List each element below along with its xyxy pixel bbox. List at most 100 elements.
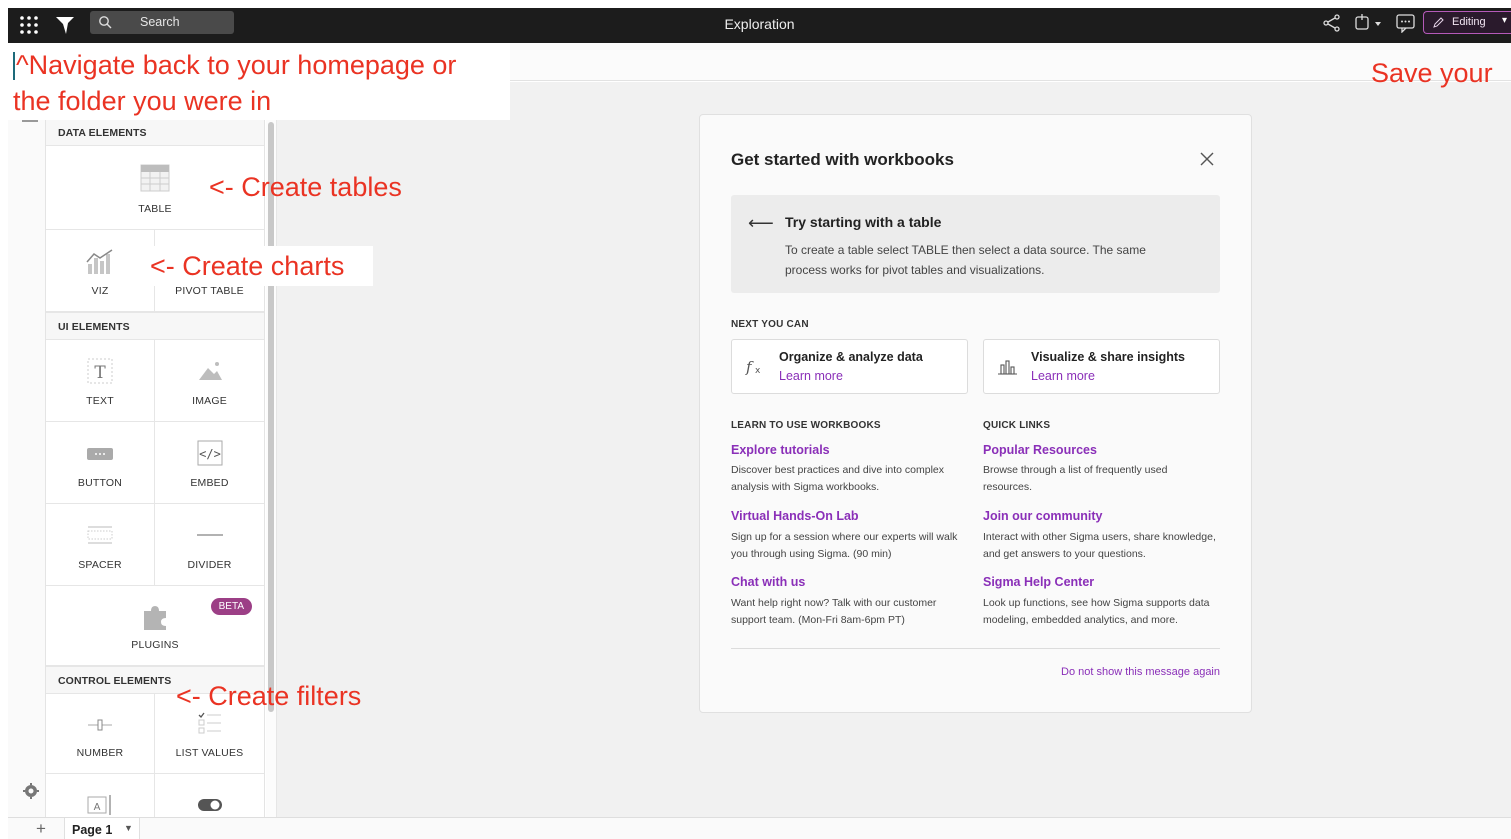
top-bar: Search Exploration Editing ▾ <box>8 8 1511 43</box>
virtual-lab-link[interactable]: Virtual Hands-On Lab <box>731 509 859 523</box>
chat-with-us-link[interactable]: Chat with us <box>731 575 805 589</box>
spacer-label: SPACER <box>78 559 122 571</box>
virtual-lab-desc: Sign up for a session where our experts … <box>731 531 958 560</box>
annotation-create-charts: <- Create charts <box>150 251 345 281</box>
element-number[interactable]: NUMBER <box>46 694 155 774</box>
element-embed[interactable]: </> EMBED <box>155 422 264 504</box>
text-cursor-marker <box>13 52 15 80</box>
learn-heading: LEARN TO USE WORKBOOKS <box>731 420 881 431</box>
add-elements-panel: DATA ELEMENTS TABLE VIZ PIVOT TABLE UI E… <box>46 118 265 817</box>
visualize-title: Visualize & share insights <box>1031 350 1185 364</box>
panel-scrollbar[interactable] <box>266 118 277 817</box>
element-divider[interactable]: DIVIDER <box>155 504 264 586</box>
svg-text:</>: </> <box>199 447 221 461</box>
bar-chart-icon <box>996 356 1018 378</box>
list-values-label: LIST VALUES <box>175 747 244 759</box>
version-sync-icon[interactable] <box>1353 13 1383 33</box>
annotation-navigate-line1: ^Navigate back to your homepage or <box>16 50 457 80</box>
editing-label: Editing <box>1452 16 1486 28</box>
search-placeholder: Search <box>140 15 180 29</box>
table-hint-box: ⟵ Try starting with a table To create a … <box>731 195 1220 293</box>
explore-tutorials-link[interactable]: Explore tutorials <box>731 443 830 457</box>
home-logo-icon[interactable] <box>54 14 76 36</box>
add-page-icon[interactable]: + <box>36 819 46 839</box>
image-icon <box>195 356 225 391</box>
svg-text:f: f <box>745 358 754 376</box>
organize-learn-more-link[interactable]: Learn more <box>779 369 843 383</box>
chat-with-us-desc: Want help right now? Talk with our custo… <box>731 597 937 626</box>
viz-label: VIZ <box>91 285 109 297</box>
plugin-puzzle-icon <box>140 602 170 637</box>
element-button[interactable]: BUTTON <box>46 422 155 504</box>
comment-icon[interactable] <box>1395 13 1417 34</box>
organize-title: Organize & analyze data <box>779 350 923 364</box>
close-icon[interactable] <box>1199 151 1215 167</box>
section-ui-elements: UI ELEMENTS <box>46 312 264 340</box>
popular-resources-link[interactable]: Popular Resources <box>983 443 1097 457</box>
search-icon <box>98 15 112 29</box>
chevron-down-icon[interactable]: ▼ <box>124 823 133 833</box>
image-label: IMAGE <box>192 395 227 407</box>
community-desc: Interact with other Sigma users, share k… <box>983 531 1216 560</box>
quick-links-heading: QUICK LINKS <box>983 420 1051 431</box>
button-icon <box>85 442 115 471</box>
divider-icon <box>195 522 225 553</box>
section-data-elements: DATA ELEMENTS <box>46 118 264 146</box>
svg-text:A: A <box>94 802 101 813</box>
pencil-icon <box>1432 16 1444 28</box>
community-link[interactable]: Join our community <box>983 509 1102 523</box>
share-icon[interactable] <box>1322 13 1342 33</box>
page-tab-label: Page 1 <box>72 823 113 837</box>
element-text[interactable]: T TEXT <box>46 340 155 422</box>
pivot-table-label: PIVOT TABLE <box>175 285 244 297</box>
visualize-share-card[interactable]: Visualize & share insights Learn more <box>983 339 1220 394</box>
list-values-icon <box>195 708 225 743</box>
search-input[interactable]: Search <box>90 11 234 34</box>
do-not-show-link[interactable]: Do not show this message again <box>1061 666 1220 678</box>
element-plugins[interactable]: BETA PLUGINS <box>46 586 264 666</box>
hint-title: Try starting with a table <box>785 214 942 230</box>
get-started-dialog: Get started with workbooks ⟵ Try startin… <box>699 114 1252 713</box>
organize-analyze-card[interactable]: fx Organize & analyze data Learn more <box>731 339 968 394</box>
function-fx-icon: fx <box>744 356 766 378</box>
viz-chart-icon <box>85 248 115 281</box>
element-text-input[interactable]: A <box>46 774 155 817</box>
text-label: TEXT <box>86 395 114 407</box>
annotation-create-tables: <- Create tables <box>209 172 402 202</box>
editing-mode-button[interactable]: Editing ▾ <box>1423 11 1511 34</box>
collapse-panel-icon[interactable] <box>22 120 38 122</box>
next-you-can-heading: NEXT YOU CAN <box>731 319 809 330</box>
table-icon <box>140 164 170 197</box>
annotation-navigate-line2: the folder you were in <box>13 86 272 116</box>
help-center-desc: Look up functions, see how Sigma support… <box>983 597 1210 626</box>
plugins-label: PLUGINS <box>131 639 179 651</box>
element-viz[interactable]: VIZ <box>46 230 155 312</box>
dialog-divider <box>731 648 1220 649</box>
scrollbar-thumb[interactable] <box>268 122 274 712</box>
element-spacer[interactable]: SPACER <box>46 504 155 586</box>
text-input-icon: A <box>85 792 115 817</box>
annotation-save: Save your <box>1371 58 1493 88</box>
annotation-create-filters: <- Create filters <box>176 681 362 711</box>
app-grid-icon[interactable] <box>18 14 40 36</box>
beta-badge: BETA <box>210 598 252 615</box>
popular-resources-desc: Browse through a list of frequently used… <box>983 464 1168 493</box>
embed-label: EMBED <box>190 477 229 489</box>
settings-gear-icon[interactable] <box>22 782 40 800</box>
page-tabs-bar: + Page 1 ▼ <box>8 817 1511 839</box>
visualize-learn-more-link[interactable]: Learn more <box>1031 369 1095 383</box>
svg-text:x: x <box>755 366 761 376</box>
button-label: BUTTON <box>77 477 123 489</box>
divider-label: DIVIDER <box>187 559 232 571</box>
number-slider-icon <box>85 712 115 743</box>
text-icon: T <box>85 356 115 391</box>
element-image[interactable]: IMAGE <box>155 340 264 422</box>
hint-body: To create a table select TABLE then sele… <box>785 243 1146 277</box>
table-label: TABLE <box>138 203 172 215</box>
explore-tutorials-desc: Discover best practices and dive into co… <box>731 464 945 493</box>
element-switch[interactable] <box>155 774 264 817</box>
page-tab[interactable]: Page 1 ▼ <box>64 818 140 839</box>
arrow-left-icon: ⟵ <box>748 213 774 233</box>
help-center-link[interactable]: Sigma Help Center <box>983 575 1094 589</box>
embed-code-icon: </> <box>195 438 225 473</box>
